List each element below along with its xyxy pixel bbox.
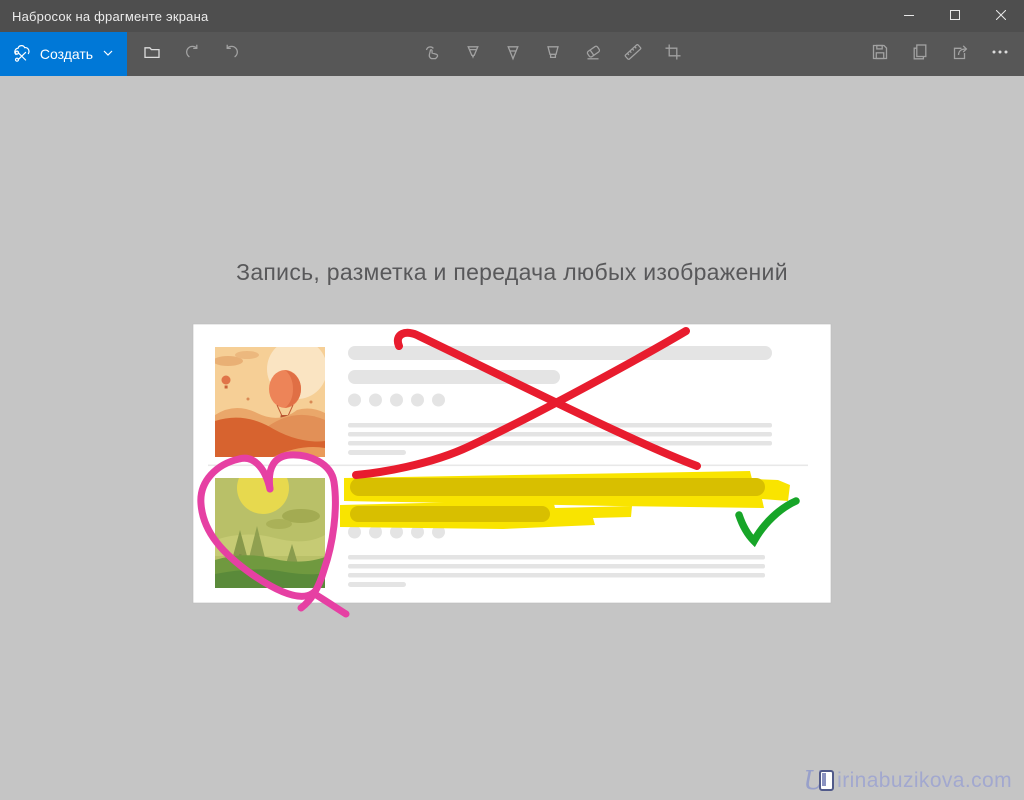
window-title: Набросок на фрагменте экрана bbox=[12, 8, 209, 24]
folder-icon bbox=[142, 42, 162, 67]
touch-writing-button[interactable] bbox=[413, 34, 453, 74]
close-icon bbox=[995, 7, 1007, 25]
minimize-icon bbox=[904, 7, 914, 25]
toolbar-left-group bbox=[132, 34, 252, 74]
titlebar: Набросок на фрагменте экрана bbox=[0, 0, 1024, 32]
redo-button[interactable] bbox=[212, 34, 252, 74]
save-button[interactable] bbox=[860, 34, 900, 74]
toolbar-right-group bbox=[860, 34, 1020, 74]
eraser-icon bbox=[583, 42, 603, 67]
pencil-button[interactable] bbox=[493, 34, 533, 74]
maximize-button[interactable] bbox=[932, 0, 978, 32]
editor-canvas: Запись, разметка и передача любых изобра… bbox=[0, 76, 1024, 800]
close-button[interactable] bbox=[978, 0, 1024, 32]
pencil-icon bbox=[503, 42, 523, 67]
minimize-button[interactable] bbox=[886, 0, 932, 32]
watermark: U irinabuzikova.com bbox=[803, 768, 1012, 794]
share-button[interactable] bbox=[940, 34, 980, 74]
ruler-icon bbox=[623, 42, 643, 67]
more-button[interactable] bbox=[980, 34, 1020, 74]
mockup-divider bbox=[208, 464, 808, 467]
ballpoint-pen-icon bbox=[463, 42, 483, 67]
chevron-down-icon bbox=[100, 45, 116, 64]
crop-icon bbox=[663, 42, 683, 67]
watermark-badge-icon bbox=[819, 769, 835, 791]
toolbar: Создать bbox=[0, 32, 1024, 76]
new-snip-scissors-icon bbox=[11, 42, 33, 67]
copy-button[interactable] bbox=[900, 34, 940, 74]
illustration-card bbox=[192, 323, 832, 618]
new-snip-label: Создать bbox=[39, 46, 94, 62]
crop-button[interactable] bbox=[653, 34, 693, 74]
maximize-icon bbox=[950, 7, 960, 25]
new-snip-button[interactable]: Создать bbox=[0, 32, 127, 76]
touch-writing-icon bbox=[423, 42, 443, 67]
ballpoint-pen-button[interactable] bbox=[453, 34, 493, 74]
eraser-button[interactable] bbox=[573, 34, 613, 74]
watermark-text: irinabuzikova.com bbox=[837, 769, 1012, 792]
undo-arrow-icon bbox=[182, 42, 202, 67]
redo-arrow-icon bbox=[222, 42, 242, 67]
share-icon bbox=[950, 42, 970, 67]
save-icon bbox=[870, 42, 890, 67]
toolbar-tools-group bbox=[413, 34, 693, 74]
welcome-heading: Запись, разметка и передача любых изобра… bbox=[236, 259, 788, 285]
window-controls bbox=[886, 0, 1024, 32]
ruler-button[interactable] bbox=[613, 34, 653, 74]
highlighter-button[interactable] bbox=[533, 34, 573, 74]
orange-landscape-thumbnail bbox=[215, 347, 325, 457]
undo-button[interactable] bbox=[172, 34, 212, 74]
open-file-button[interactable] bbox=[132, 34, 172, 74]
copy-icon bbox=[910, 42, 930, 67]
highlighter-icon bbox=[543, 42, 563, 67]
ellipsis-icon bbox=[990, 42, 1010, 67]
